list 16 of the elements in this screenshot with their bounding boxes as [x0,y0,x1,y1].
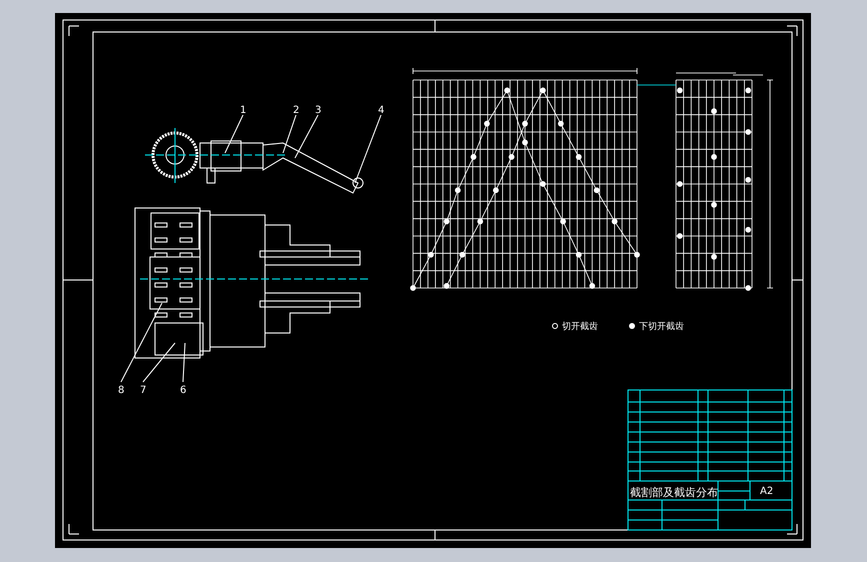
scale-label: A2 [760,486,774,497]
leader-line [182,342,186,382]
part-number-label: 8 [118,385,124,396]
part-number-label: 4 [378,105,384,116]
part-number-label: 6 [180,385,186,396]
legend-label: 切开截齿 [562,322,598,332]
drawing-title: 截割部及截齿分布 [630,486,718,499]
leader-line [224,114,244,154]
part-number-label: 3 [315,105,322,116]
part-number-label: 2 [293,105,300,116]
filled-circle-icon [629,323,635,329]
legend-label: 下切开截齿 [639,322,684,332]
leader-line [354,114,382,184]
hollow-circle-icon [552,323,558,329]
part-number-label: 7 [140,385,146,396]
part-number-label: 1 [240,105,246,116]
